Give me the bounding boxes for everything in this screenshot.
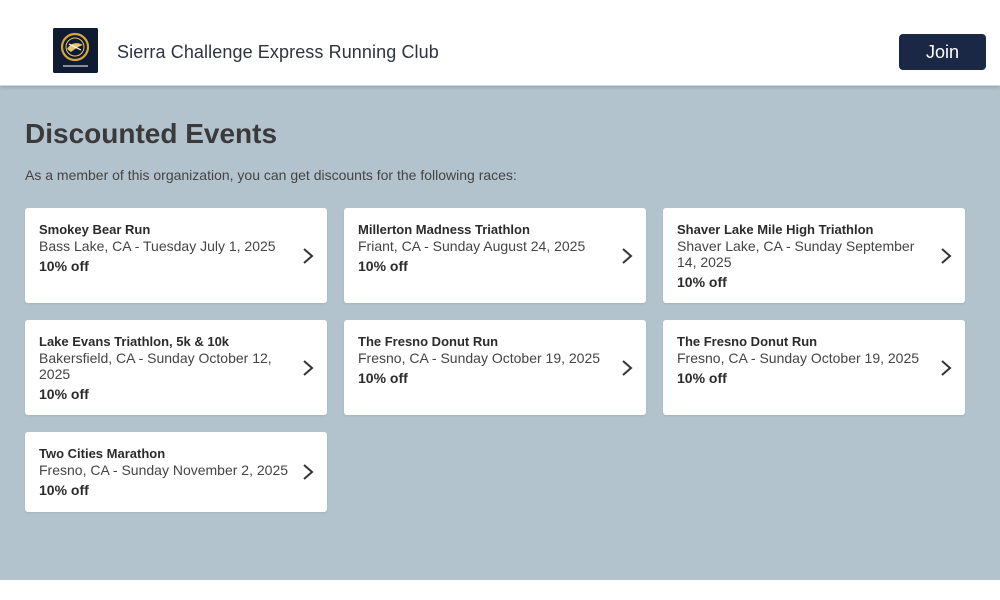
event-location-date: Fresno, CA - Sunday October 19, 2025 (358, 350, 601, 366)
event-card-shaver-lake-mile-high-triathlon[interactable]: Shaver Lake Mile High Triathlon Shaver L… (663, 208, 965, 303)
page-footer (0, 580, 1000, 600)
event-discount: 10% off (39, 386, 89, 402)
chevron-right-icon (303, 464, 314, 480)
site-header: Sierra Challenge Express Running Club Jo… (0, 0, 1000, 86)
event-card-smokey-bear-run[interactable]: Smokey Bear Run Bass Lake, CA - Tuesday … (25, 208, 327, 303)
event-name: Smokey Bear Run (39, 222, 151, 237)
event-location-date: Fresno, CA - Sunday November 2, 2025 (39, 462, 289, 478)
event-card-body: Smokey Bear Run Bass Lake, CA - Tuesday … (39, 222, 291, 274)
page-title: Discounted Events (25, 118, 278, 149)
main-content: Discounted Events As a member of this or… (0, 86, 1000, 580)
event-card-body: Lake Evans Triathlon, 5k & 10k Bakersfie… (39, 334, 291, 402)
chevron-right-icon (622, 359, 633, 376)
event-card-body: The Fresno Donut Run Fresno, CA - Sunday… (677, 334, 929, 386)
event-location-date: Friant, CA - Sunday August 24, 2025 (358, 238, 586, 254)
event-location-date: Fresno, CA - Sunday October 19, 2025 (677, 350, 920, 366)
club-name: Sierra Challenge Express Running Club (117, 42, 439, 62)
chevron-right-icon (941, 247, 952, 264)
event-name: Two Cities Marathon (39, 446, 166, 461)
event-name: Lake Evans Triathlon, 5k & 10k (39, 334, 230, 349)
event-name: The Fresno Donut Run (358, 334, 499, 349)
event-discount: 10% off (677, 370, 727, 386)
chevron-right-icon (622, 247, 633, 264)
event-discount: 10% off (39, 258, 89, 274)
event-card-millerton-madness-triathlon[interactable]: Millerton Madness Triathlon Friant, CA -… (344, 208, 646, 303)
event-name: Shaver Lake Mile High Triathlon (677, 222, 874, 237)
event-discount: 10% off (358, 370, 408, 386)
event-discount: 10% off (358, 258, 408, 274)
event-card-fresno-donut-run-2[interactable]: The Fresno Donut Run Fresno, CA - Sunday… (663, 320, 965, 415)
event-name: The Fresno Donut Run (677, 334, 818, 349)
event-discount: 10% off (677, 274, 727, 290)
event-card-body: Two Cities Marathon Fresno, CA - Sunday … (39, 446, 291, 498)
club-logo-icon[interactable] (53, 28, 98, 73)
event-discount: 10% off (39, 482, 89, 498)
intro-text: As a member of this organization, you ca… (25, 167, 517, 183)
join-button[interactable]: Join (899, 34, 986, 70)
chevron-right-icon (303, 247, 314, 264)
event-card-body: Millerton Madness Triathlon Friant, CA -… (358, 222, 610, 274)
event-card-body: The Fresno Donut Run Fresno, CA - Sunday… (358, 334, 610, 386)
chevron-right-icon (303, 359, 314, 376)
event-location-date: Shaver Lake, CA - Sunday September 14, 2… (677, 238, 915, 270)
event-location-date: Bakersfield, CA - Sunday October 12, 202… (39, 350, 272, 382)
event-card-fresno-donut-run[interactable]: The Fresno Donut Run Fresno, CA - Sunday… (344, 320, 646, 415)
event-card-body: Shaver Lake Mile High Triathlon Shaver L… (677, 222, 929, 290)
event-name: Millerton Madness Triathlon (358, 222, 530, 237)
event-location-date: Bass Lake, CA - Tuesday July 1, 2025 (39, 238, 276, 254)
event-card-two-cities-marathon[interactable]: Two Cities Marathon Fresno, CA - Sunday … (25, 432, 327, 512)
event-card-lake-evans-triathlon[interactable]: Lake Evans Triathlon, 5k & 10k Bakersfie… (25, 320, 327, 415)
chevron-right-icon (941, 359, 952, 376)
